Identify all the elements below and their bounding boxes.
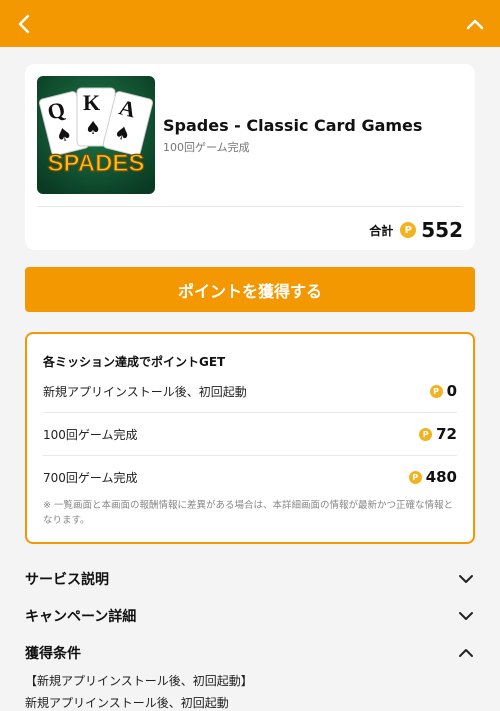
service-description-toggle[interactable]: サービス説明 <box>25 564 475 594</box>
point-coin-icon: P <box>429 384 443 398</box>
chevron-down-icon <box>457 570 475 588</box>
condition-body: 新規アプリインストール後、初回起動 <box>25 696 229 710</box>
card-k-text: K <box>83 90 100 115</box>
point-coin-icon: P <box>419 427 433 441</box>
missions-box: 各ミッション達成でポイントGET 新規アプリインストール後、初回起動 P 0 1… <box>25 332 475 544</box>
section-title: サービス説明 <box>25 572 109 588</box>
divider <box>37 206 463 207</box>
point-coin-icon: P <box>408 470 422 484</box>
top-bar <box>0 0 500 47</box>
mission-label: 100回ゲーム完成 <box>43 427 138 442</box>
mission-label: 700回ゲーム完成 <box>43 470 138 485</box>
chevron-up-icon <box>457 644 475 662</box>
mission-row: 700回ゲーム完成 P 480 <box>43 456 457 498</box>
section-title: キャンペーン詳細 <box>25 609 137 625</box>
mission-row: 新規アプリインストール後、初回起動 P 0 <box>43 370 457 413</box>
total-value: 552 <box>421 218 463 242</box>
missions-note: ※ 一覧画面と本画面の報酬情報に差異がある場合は、本詳細画面の情報が最新かつ正確… <box>43 500 453 526</box>
total-label: 合計 <box>369 223 394 238</box>
point-coin-icon: P <box>400 222 417 238</box>
app-name: Spades - Classic Card Games <box>163 116 423 135</box>
chevron-up-icon[interactable] <box>462 11 488 37</box>
svg-text:♠: ♠ <box>85 118 101 139</box>
get-points-button[interactable]: ポイントを獲得する <box>25 267 475 312</box>
app-card: Q ♠ K ♠ A ♠ SPADES Spades - Classic Card… <box>25 64 475 250</box>
condition-heading: 【新規アプリインストール後、初回起動】 <box>25 674 253 688</box>
mission-label: 新規アプリインストール後、初回起動 <box>43 384 247 399</box>
mission-points: 480 <box>425 468 457 486</box>
chevron-left-icon[interactable] <box>12 11 38 37</box>
mission-row: 100回ゲーム完成 P 72 <box>43 413 457 456</box>
mission-reward: P 72 <box>419 425 457 443</box>
mission-reward: P 480 <box>408 468 457 486</box>
campaign-details-toggle[interactable]: キャンペーン詳細 <box>25 601 475 631</box>
acquisition-conditions-toggle[interactable]: 獲得条件 <box>25 638 475 668</box>
total-points: 合計 P 552 <box>369 216 463 244</box>
app-subtitle: 100回ゲーム完成 <box>163 141 250 154</box>
section-title: 獲得条件 <box>25 646 81 662</box>
chevron-down-icon <box>457 607 475 625</box>
mission-points: 0 <box>446 382 457 400</box>
mission-points: 72 <box>436 425 457 443</box>
app-icon-logo-text: SPADES <box>48 150 145 177</box>
missions-title: 各ミッション達成でポイントGET <box>43 355 226 369</box>
mission-reward: P 0 <box>429 382 457 400</box>
app-icon: Q ♠ K ♠ A ♠ SPADES <box>37 76 155 194</box>
